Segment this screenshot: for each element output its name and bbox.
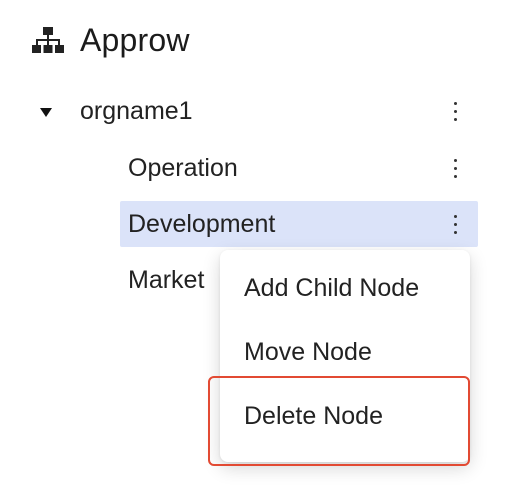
- more-options-icon[interactable]: [448, 96, 462, 126]
- tree-node-label: Development: [128, 209, 276, 238]
- app-title: Approw: [80, 21, 190, 58]
- tree-node-label: Operation: [128, 153, 238, 182]
- tree-node-label: Market: [128, 265, 205, 294]
- tree-node-market[interactable]: Market: [128, 261, 204, 299]
- app-header: Approw: [30, 20, 190, 60]
- tree-node-label: orgname1: [80, 96, 193, 125]
- more-options-icon[interactable]: [448, 209, 462, 239]
- tree-node-operation[interactable]: Operation: [128, 149, 238, 187]
- more-options-icon[interactable]: [448, 153, 462, 183]
- tree-node-orgname1[interactable]: orgname1: [80, 92, 193, 130]
- menu-item-delete-node[interactable]: Delete Node: [244, 402, 383, 431]
- tree-node-development[interactable]: Development: [120, 201, 478, 247]
- menu-item-move-node[interactable]: Move Node: [244, 338, 372, 367]
- context-menu: Add Child Node Move Node Delete Node: [220, 250, 470, 462]
- org-chart-icon: [30, 22, 66, 58]
- expand-caret-icon[interactable]: [40, 108, 52, 117]
- menu-item-add-child-node[interactable]: Add Child Node: [244, 274, 419, 303]
